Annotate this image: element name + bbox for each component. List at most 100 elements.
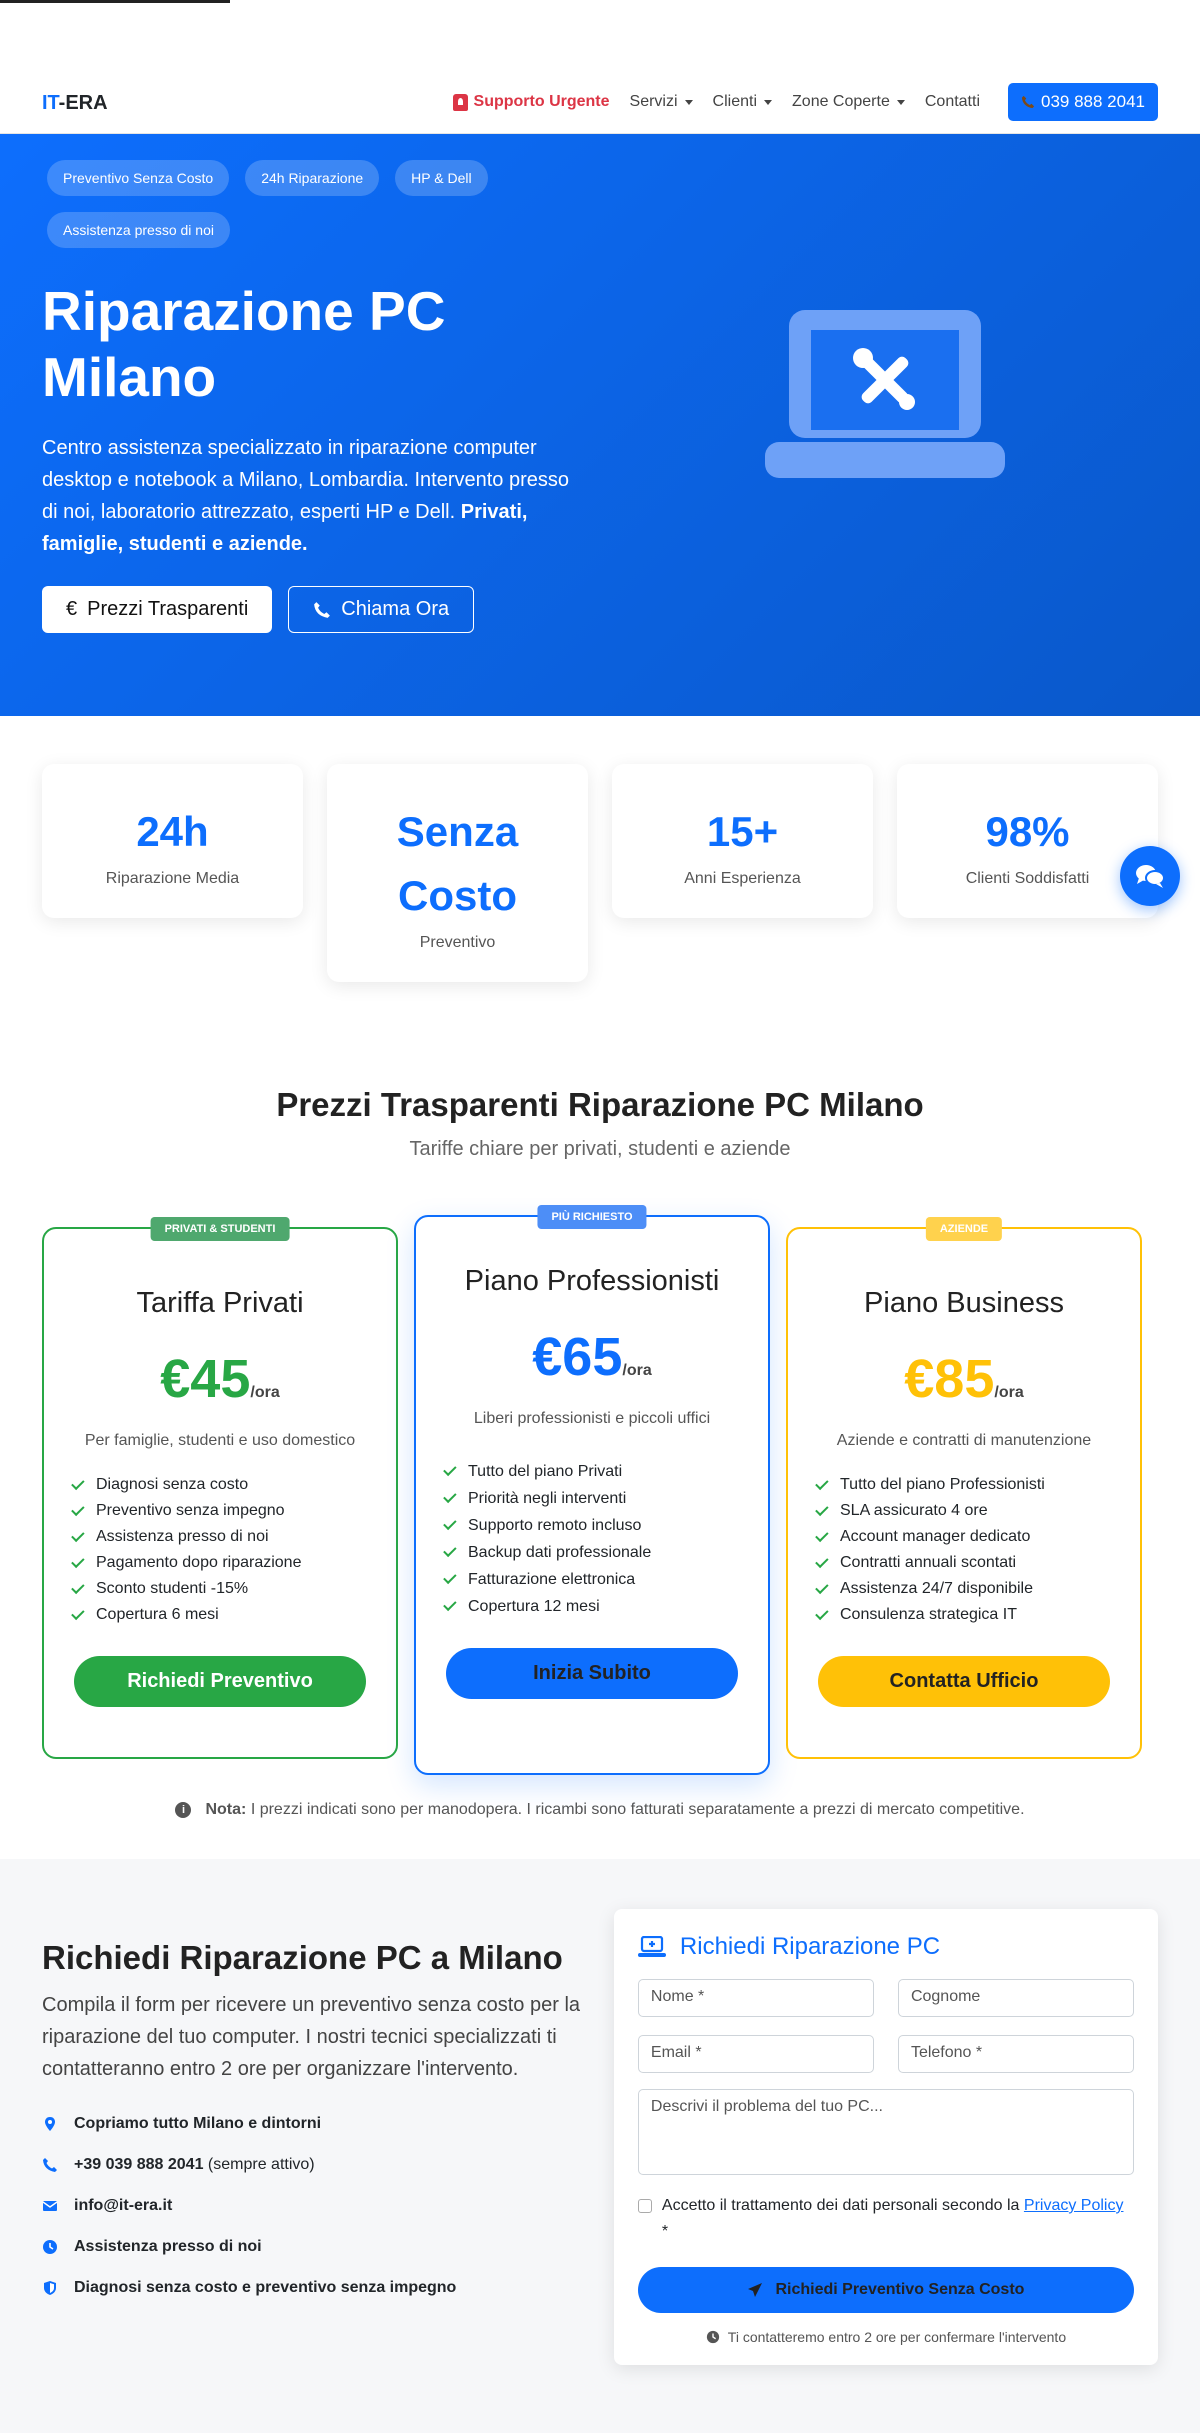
plan-tag: AZIENDE bbox=[925, 1217, 1003, 1241]
check-icon bbox=[71, 1606, 85, 1620]
email-input[interactable]: Email * bbox=[637, 2035, 874, 2073]
laptop-plus-icon bbox=[637, 1936, 666, 1957]
form-note: Ti contatteremo entro 2 ore per conferma… bbox=[638, 2329, 1134, 2345]
form-title-label: Richiedi Riparazione PC bbox=[679, 1933, 941, 1960]
prices-button[interactable]: € Prezzi Trasparenti bbox=[42, 586, 273, 633]
caret-down-icon bbox=[896, 99, 905, 105]
feature-item: Copertura 6 mesi bbox=[71, 1602, 366, 1628]
prices-button-label: Prezzi Trasparenti bbox=[87, 598, 249, 620]
plan-features: Diagnosi senza costo Preventivo senza im… bbox=[71, 1472, 366, 1628]
check-icon bbox=[815, 1580, 829, 1594]
hero-badge: Assistenza presso di noi bbox=[47, 212, 230, 248]
consent-text: Accetto il trattamento dei dati personal… bbox=[661, 2197, 1020, 2214]
check-icon bbox=[815, 1502, 829, 1516]
stat-label: Riparazione Media bbox=[105, 870, 240, 887]
privacy-consent: Accetto il trattamento dei dati personal… bbox=[637, 2193, 1134, 2245]
hero-section: Preventivo Senza Costo 24h Riparazione H… bbox=[0, 134, 1200, 716]
plan-description: Aziende e contratti di manutenzione bbox=[836, 1432, 1092, 1449]
feature-label: Contratti annuali scontati bbox=[840, 1554, 1017, 1571]
phone-icon bbox=[314, 601, 331, 618]
feature-label: Tutto del piano Privati bbox=[468, 1463, 623, 1480]
start-now-button[interactable]: Inizia Subito bbox=[446, 1648, 738, 1699]
first-name-input[interactable]: Nome * bbox=[637, 1979, 874, 2017]
stat-label: Preventivo bbox=[419, 934, 496, 951]
nav-servizi-dropdown[interactable]: Servizi bbox=[622, 85, 701, 119]
contact-item-onsite: Assistenza presso di noi bbox=[42, 2226, 588, 2267]
phone-input[interactable]: Telefono * bbox=[897, 2035, 1134, 2073]
call-now-button[interactable]: Chiama Ora bbox=[288, 586, 475, 633]
feature-item: Tutto del piano Privati bbox=[443, 1458, 738, 1485]
request-quote-button[interactable]: Richiedi Preventivo bbox=[74, 1656, 366, 1707]
hero-badge: HP & Dell bbox=[395, 160, 488, 196]
nav-clienti-label: Clienti bbox=[712, 93, 758, 110]
check-icon bbox=[443, 1462, 457, 1477]
pricing-subtitle: Tariffe chiare per privati, studenti e a… bbox=[409, 1138, 791, 1160]
feature-label: Consulenza strategica IT bbox=[840, 1606, 1017, 1623]
check-icon bbox=[443, 1543, 457, 1558]
nav-zone-dropdown[interactable]: Zone Coperte bbox=[784, 85, 913, 119]
form-row-contact: Email * Telefono * bbox=[637, 2035, 1134, 2073]
feature-item: Diagnosi senza costo bbox=[71, 1472, 366, 1498]
feature-item: Assistenza 24/7 disponibile bbox=[815, 1576, 1110, 1602]
plan-description: Per famiglie, studenti e uso domestico bbox=[84, 1432, 356, 1449]
plan-card-business: AZIENDE Piano Business €85/ora Aziende e… bbox=[786, 1217, 1142, 1759]
check-icon bbox=[71, 1502, 85, 1516]
contact-item-text: Diagnosi senza costo e preventivo senza … bbox=[74, 2279, 457, 2296]
privacy-checkbox[interactable] bbox=[637, 2199, 652, 2213]
plan-per: /ora bbox=[994, 1384, 1024, 1401]
hero-badge: 24h Riparazione bbox=[245, 160, 380, 196]
contact-item-phone[interactable]: +39 039 888 2041 (sempre attivo) bbox=[42, 2144, 588, 2185]
last-name-input[interactable]: Cognome bbox=[897, 1979, 1134, 2017]
contact-list: Copriamo tutto Milano e dintorni +39 039… bbox=[42, 2103, 588, 2308]
feature-label: SLA assicurato 4 ore bbox=[840, 1502, 988, 1519]
note-text: I prezzi indicati sono per manodopera. I… bbox=[250, 1801, 1025, 1818]
hero-buttons: € Prezzi Trasparenti Chiama Ora bbox=[42, 586, 1158, 633]
nav-contatti[interactable]: Contatti bbox=[917, 85, 988, 119]
feature-label: Account manager dedicato bbox=[840, 1528, 1031, 1545]
brand-logo[interactable]: IT-ERA bbox=[42, 92, 108, 115]
feature-item: Sconto studenti -15% bbox=[71, 1576, 366, 1602]
plan-description: Liberi professionisti e piccoli uffici bbox=[473, 1410, 711, 1427]
chat-button[interactable] bbox=[1120, 846, 1180, 906]
feature-label: Priorità negli interventi bbox=[468, 1490, 627, 1507]
plan-card-privati: PRIVATI & STUDENTI Tariffa Privati €45/o… bbox=[42, 1217, 398, 1759]
contact-item-text: +39 039 888 2041 bbox=[74, 2156, 204, 2173]
privacy-policy-link[interactable]: Privacy Policy bbox=[1024, 2197, 1124, 2214]
contact-text: Compila il form per ricevere un preventi… bbox=[42, 1994, 581, 2080]
problem-textarea[interactable]: Descrivi il problema del tuo PC... bbox=[637, 2089, 1134, 2175]
stat-label: Clienti Soddisfatti bbox=[965, 870, 1090, 887]
paper-plane-icon bbox=[748, 2283, 763, 2297]
navbar: IT-ERA Supporto Urgente Servizi Clienti … bbox=[0, 0, 1200, 134]
contact-item-email[interactable]: info@it-era.it bbox=[42, 2185, 588, 2226]
contact-info: Richiedi Riparazione PC a Milano Compila… bbox=[42, 1909, 588, 2433]
contact-office-button[interactable]: Contatta Ufficio bbox=[818, 1656, 1110, 1707]
hero-title: Riparazione PC Milano bbox=[42, 280, 446, 408]
nav-urgent-support[interactable]: Supporto Urgente bbox=[445, 85, 618, 119]
feature-item: Pagamento dopo riparazione bbox=[71, 1550, 366, 1576]
envelope-icon bbox=[42, 2200, 58, 2211]
caret-down-icon bbox=[764, 99, 773, 105]
check-icon bbox=[443, 1597, 457, 1612]
check-icon bbox=[443, 1489, 457, 1504]
check-icon bbox=[71, 1580, 85, 1594]
consent-required-mark: * bbox=[661, 2223, 669, 2240]
nav-clienti-dropdown[interactable]: Clienti bbox=[705, 85, 780, 119]
phone-icon bbox=[43, 2157, 57, 2172]
nav-zone-label: Zone Coperte bbox=[792, 93, 890, 110]
submit-quote-button[interactable]: Richiedi Preventivo Senza Costo bbox=[637, 2267, 1134, 2313]
feature-label: Tutto del piano Professionisti bbox=[840, 1476, 1045, 1493]
contact-title: Richiedi Riparazione PC a Milano bbox=[42, 1939, 563, 1976]
feature-item: Assistenza presso di noi bbox=[71, 1524, 366, 1550]
info-icon: i bbox=[175, 1802, 192, 1818]
laptop-repair-icon bbox=[765, 310, 1005, 478]
feature-item: Preventivo senza impegno bbox=[71, 1498, 366, 1524]
caret-down-icon bbox=[684, 99, 693, 105]
plan-price: €45/ora bbox=[74, 1348, 366, 1410]
contact-item-diagnosis: Diagnosi senza costo e preventivo senza … bbox=[42, 2267, 588, 2308]
form-title: Richiedi Riparazione PC bbox=[637, 1933, 1134, 1961]
brand-it: IT bbox=[42, 92, 59, 114]
euro-icon: € bbox=[66, 598, 78, 620]
nav-phone-button[interactable]: 039 888 2041 bbox=[1008, 83, 1158, 121]
feature-item: Account manager dedicato bbox=[815, 1524, 1110, 1550]
stat-card: 15+ Anni Esperienza bbox=[612, 764, 873, 918]
